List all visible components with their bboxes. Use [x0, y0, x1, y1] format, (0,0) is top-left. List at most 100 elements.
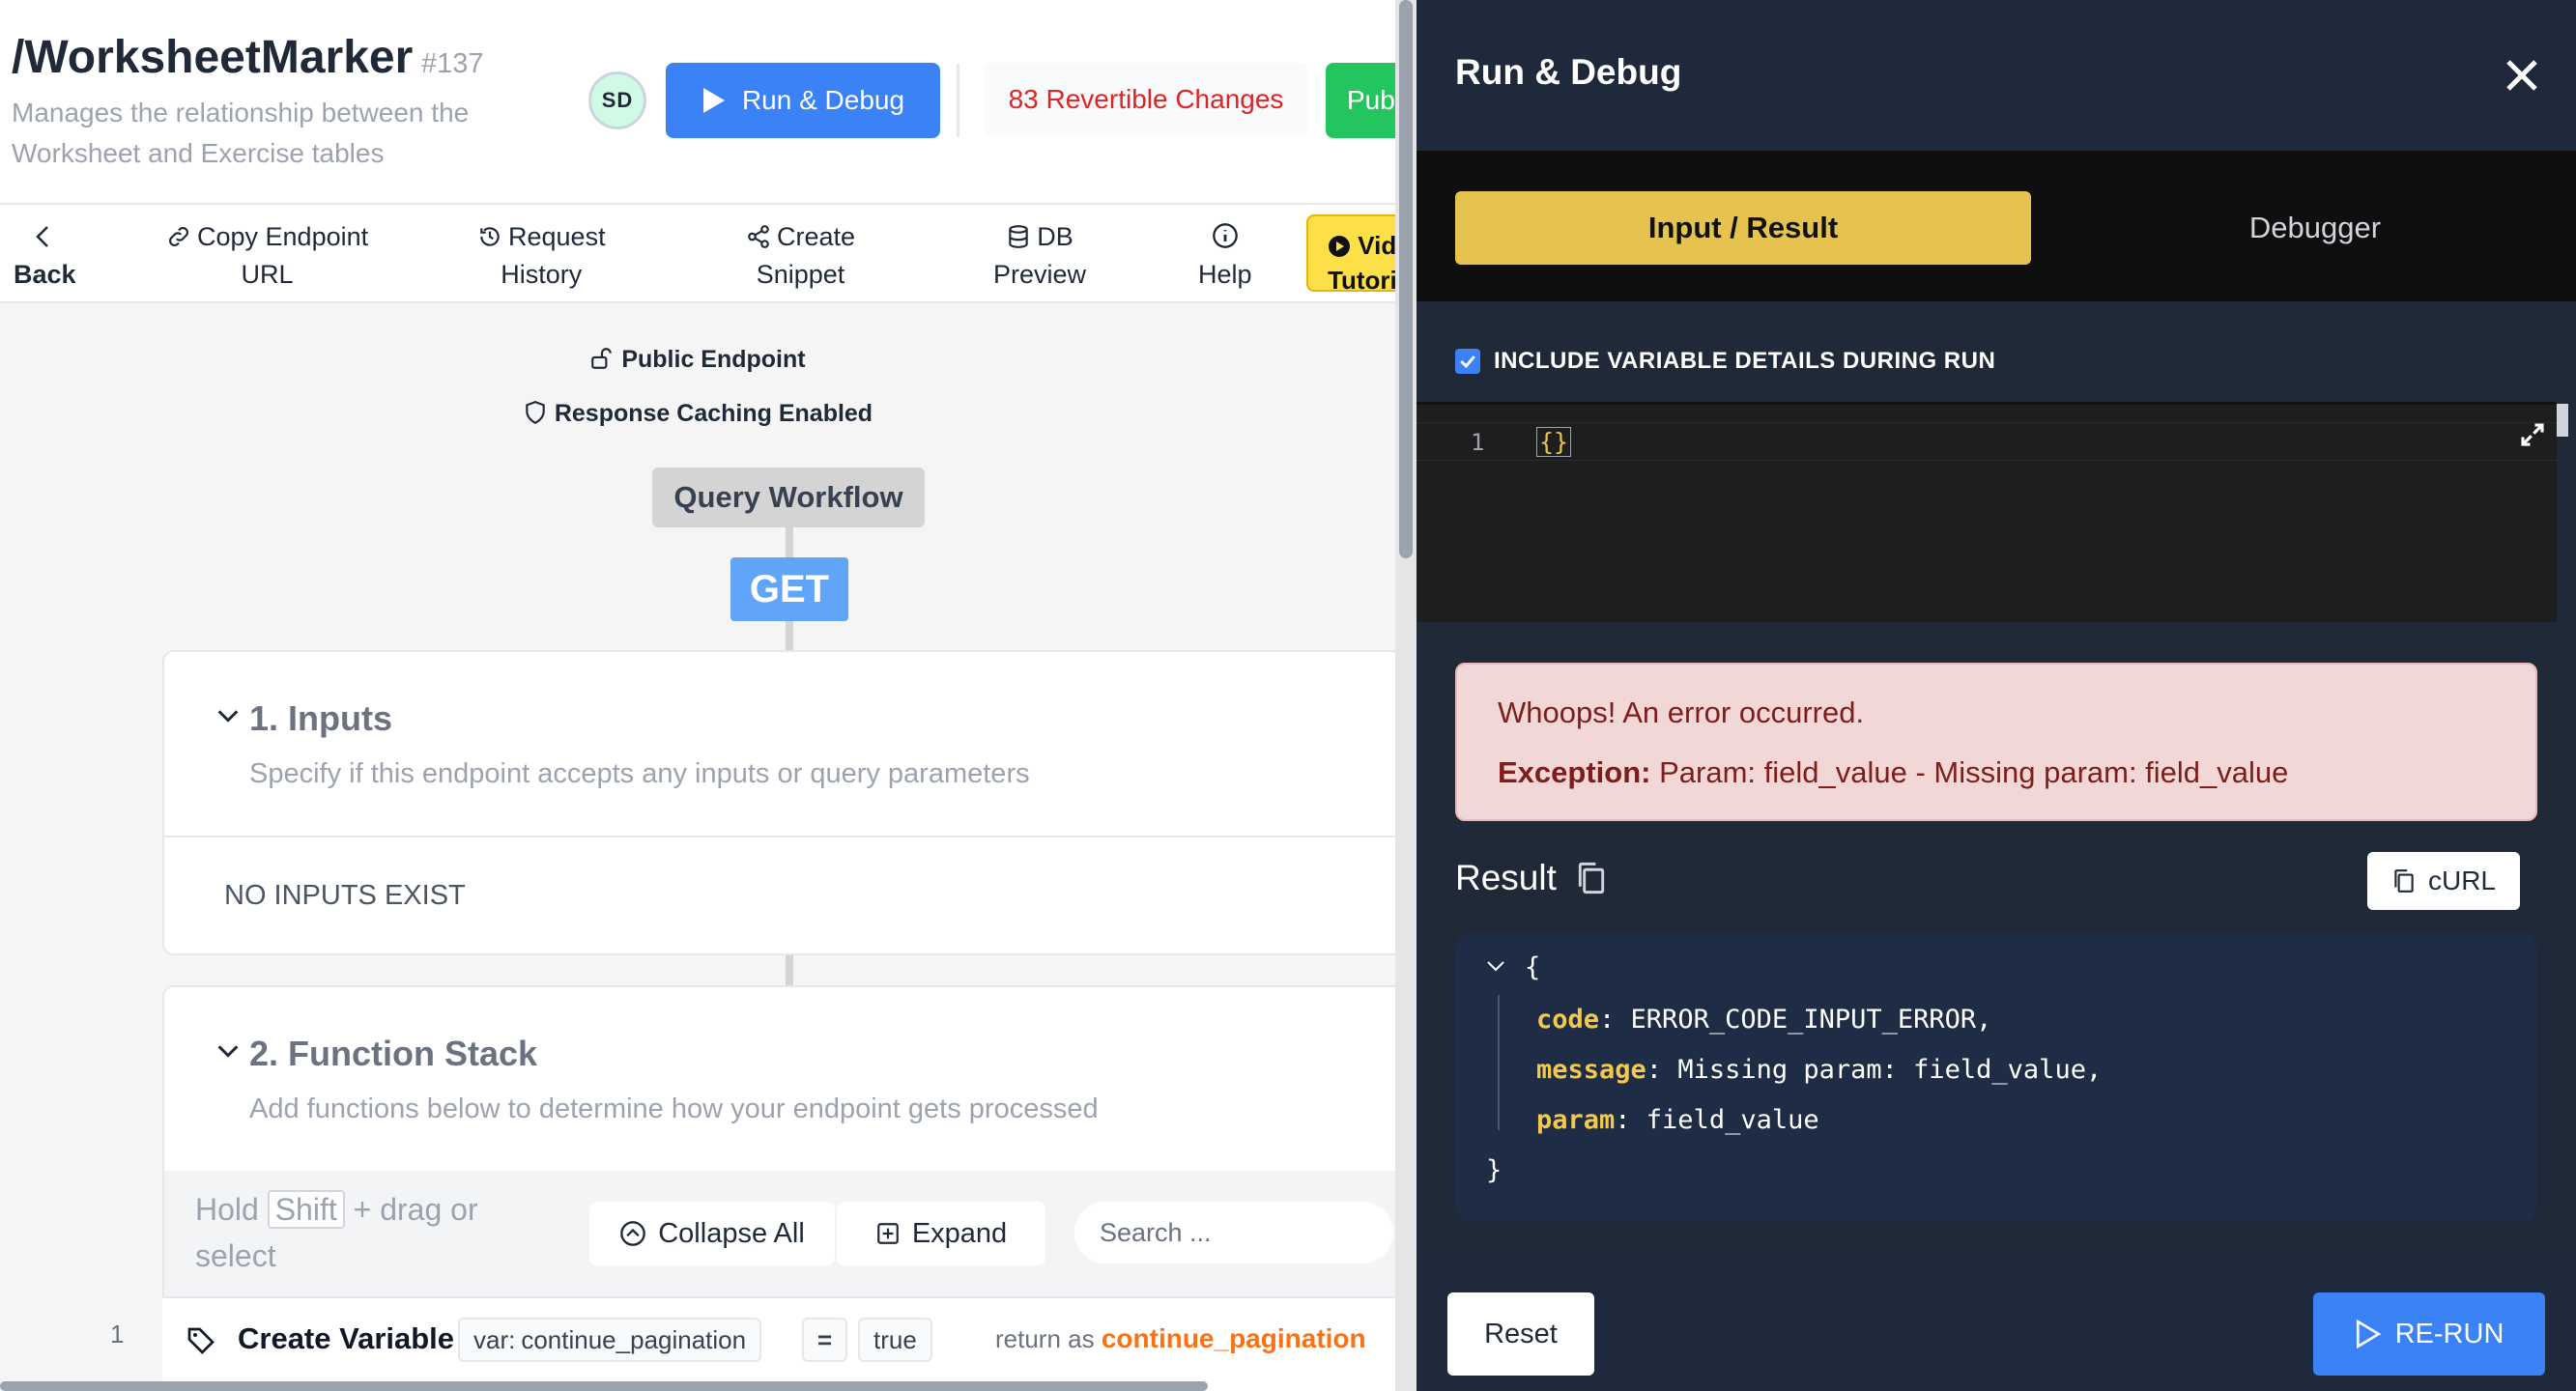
- public-endpoint-flag: Public Endpoint: [0, 346, 1395, 374]
- chevron-down-icon[interactable]: [1484, 954, 1507, 978]
- json-open-brace: {: [1525, 952, 1541, 982]
- endpoint-editor: /WorksheetMarker #137 Manages the relati…: [0, 0, 1395, 1391]
- json-key: param: [1536, 1105, 1616, 1135]
- avatar[interactable]: SD: [588, 71, 646, 129]
- collapse-icon: [620, 1221, 646, 1246]
- error-message: Exception: Param: field_value - Missing …: [1498, 755, 2288, 790]
- response-caching-flag: Response Caching Enabled: [0, 400, 1395, 428]
- back-button[interactable]: Back: [14, 218, 76, 294]
- flow-connector: [786, 527, 793, 558]
- tab-debugger[interactable]: Debugger: [2093, 191, 2537, 265]
- expand-editor-icon[interactable]: [2518, 420, 2547, 449]
- copy-endpoint-url-button[interactable]: Copy Endpoint URL: [166, 218, 368, 294]
- copy-icon[interactable]: [1574, 860, 1609, 896]
- json-indent-guide: [1498, 995, 1500, 1130]
- tab-input-result[interactable]: Input / Result: [1455, 191, 2031, 265]
- link-icon: [169, 227, 188, 246]
- json-entry: message: Missing param: field_value,: [1536, 1055, 2103, 1085]
- revertible-changes-button[interactable]: 83 Revertible Changes: [984, 63, 1308, 136]
- json-key: code: [1536, 1005, 1600, 1035]
- copy-endpoint-label-2: URL: [241, 260, 294, 289]
- function-stack-title[interactable]: 2. Function Stack: [217, 1034, 537, 1074]
- public-endpoint-label: Public Endpoint: [621, 346, 806, 373]
- create-snippet-label-2: Snippet: [756, 260, 845, 289]
- flow-connector: [786, 621, 793, 650]
- error-alert: Whoops! An error occurred. Exception: Pa…: [1455, 663, 2537, 821]
- inputs-title-label: 1. Inputs: [249, 698, 393, 738]
- chevron-left-icon: [36, 226, 48, 247]
- drag-hint: Hold Shift + drag or select: [195, 1186, 514, 1279]
- create-snippet-label: Create: [777, 222, 856, 251]
- share-nodes-icon: [748, 225, 769, 248]
- variable-name: continue_pagination: [521, 1324, 747, 1354]
- request-history-label-2: History: [501, 260, 583, 289]
- function-search-input[interactable]: [1074, 1202, 1393, 1263]
- panel-title: Run & Debug: [1455, 52, 1682, 92]
- checkmark-icon: [1460, 355, 1475, 369]
- json-value: ERROR_CODE_INPUT_ERROR,: [1630, 1005, 1992, 1035]
- chevron-down-icon: [217, 1045, 239, 1058]
- request-history-button[interactable]: Request History: [477, 218, 606, 294]
- return-variable: continue_pagination: [1101, 1323, 1366, 1353]
- inputs-divider: [164, 836, 1395, 837]
- result-json-viewer: { code: ERROR_CODE_INPUT_ERROR, message:…: [1455, 933, 2537, 1221]
- collapse-all-label: Collapse All: [658, 1217, 805, 1249]
- db-preview-button[interactable]: DB Preview: [993, 218, 1086, 294]
- function-row[interactable]: Create Variable var: continue_pagination…: [162, 1296, 1395, 1383]
- editor-line: 1 {}: [1417, 422, 2557, 461]
- response-caching-label: Response Caching Enabled: [554, 400, 873, 427]
- video-label: Vid: [1358, 231, 1395, 260]
- unlock-icon: [591, 348, 613, 369]
- create-snippet-button[interactable]: Create Snippet: [746, 218, 855, 294]
- publish-button[interactable]: Pub: [1326, 63, 1395, 138]
- inputs-title[interactable]: 1. Inputs: [217, 698, 393, 739]
- copy-endpoint-label: Copy Endpoint: [197, 222, 369, 251]
- error-title: Whoops! An error occurred.: [1498, 696, 1865, 729]
- variable-chip[interactable]: var: continue_pagination: [458, 1318, 762, 1362]
- rerun-label: RE-RUN: [2394, 1318, 2504, 1349]
- video-label-2: Tutori: [1328, 266, 1395, 295]
- json-entry: param: field_value: [1536, 1105, 1819, 1135]
- play-circle-icon: [1329, 236, 1350, 257]
- editor-scrollbar[interactable]: [2557, 404, 2568, 437]
- include-variable-details-toggle[interactable]: INCLUDE VARIABLE DETAILS DURING RUN: [1455, 348, 1995, 375]
- shield-icon: [526, 401, 545, 425]
- help-button[interactable]: Help: [1198, 218, 1252, 294]
- close-icon[interactable]: [2499, 52, 2545, 99]
- back-label: Back: [14, 260, 76, 289]
- chevron-down-icon: [217, 710, 239, 723]
- input-editor[interactable]: 1 {}: [1417, 402, 2557, 622]
- shift-key: Shift: [267, 1190, 345, 1229]
- editor-code[interactable]: {}: [1536, 427, 1572, 457]
- rerun-button[interactable]: RE-RUN: [2313, 1292, 2545, 1376]
- function-row-number: 1: [110, 1320, 125, 1348]
- editor-line-number: 1: [1471, 429, 1485, 456]
- expand-label: Expand: [911, 1217, 1008, 1249]
- db-preview-label: DB: [1037, 222, 1073, 251]
- query-workflow-badge: Query Workflow: [652, 468, 925, 527]
- expand-button[interactable]: Expand: [837, 1202, 1045, 1265]
- error-label: Exception:: [1498, 755, 1651, 789]
- reset-button[interactable]: Reset: [1447, 1292, 1594, 1376]
- json-close-brace: }: [1486, 1155, 1503, 1185]
- curl-button[interactable]: cURL: [2367, 852, 2520, 910]
- horizontal-scrollbar[interactable]: [0, 1381, 1208, 1391]
- run-debug-button[interactable]: Run & Debug: [666, 63, 940, 138]
- vertical-scrollbar-thumb[interactable]: [1399, 0, 1413, 558]
- history-icon: [480, 227, 500, 246]
- function-stack-subtitle: Add functions below to determine how you…: [249, 1093, 1099, 1124]
- http-method-badge: GET: [730, 557, 848, 621]
- inputs-subtitle: Specify if this endpoint accepts any inp…: [249, 758, 1030, 789]
- collapse-all-button[interactable]: Collapse All: [589, 1202, 835, 1265]
- no-inputs-message: NO INPUTS EXIST: [224, 880, 466, 911]
- inputs-section: 1. Inputs Specify if this endpoint accep…: [162, 650, 1395, 955]
- json-value: Missing param: field_value,: [1677, 1055, 2103, 1085]
- value-chip[interactable]: true: [858, 1318, 932, 1362]
- play-outline-icon: [2356, 1320, 2381, 1348]
- include-variable-checkbox[interactable]: [1455, 349, 1480, 374]
- copy-icon: [2394, 869, 2414, 893]
- run-debug-label: Run & Debug: [741, 85, 905, 115]
- video-tutorial-button[interactable]: Vid Tutori: [1306, 214, 1395, 295]
- run-debug-panel: Run & Debug Input / Result Debugger INCL…: [1417, 0, 2576, 1391]
- expand-square-icon: [876, 1223, 899, 1244]
